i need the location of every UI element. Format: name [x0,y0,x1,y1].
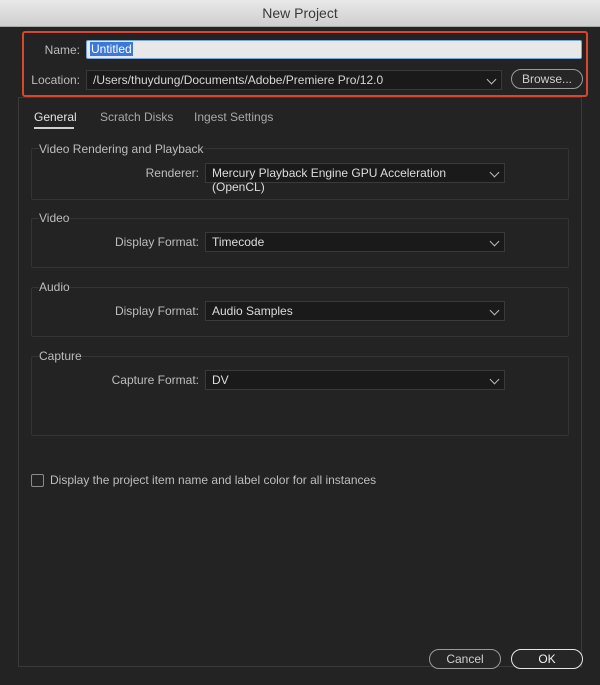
capture-format-select[interactable]: DV [205,370,505,390]
capture-format-label: Capture Format: [111,373,199,387]
audio-display-format-label: Display Format: [114,304,199,318]
ok-button-label: OK [538,652,556,666]
tab-scratch-disks[interactable]: Scratch Disks [100,110,173,124]
name-input-value: Untitled [90,42,133,56]
settings-panel: General Scratch Disks Ingest Settings Vi… [18,97,582,667]
group-capture [31,356,569,436]
browse-button[interactable]: Browse... [511,69,583,89]
audio-display-format-value: Audio Samples [212,304,293,318]
ok-button[interactable]: OK [511,649,583,669]
cancel-button[interactable]: Cancel [429,649,501,669]
capture-format-value: DV [212,373,229,387]
group-title-capture: Capture [39,349,82,363]
location-label: Location: [31,73,80,87]
chevron-down-icon [489,236,500,247]
location-value: /Users/thuydung/Documents/Adobe/Premiere… [93,73,384,87]
group-title-audio: Audio [39,280,70,294]
video-display-format-value: Timecode [212,235,265,249]
chevron-down-icon [489,374,500,385]
chevron-down-icon [489,167,500,178]
name-label: Name: [44,43,80,57]
audio-display-format-select[interactable]: Audio Samples [205,301,505,321]
cancel-button-label: Cancel [446,652,484,666]
renderer-select[interactable]: Mercury Playback Engine GPU Acceleration… [205,163,505,194]
name-input[interactable]: Untitled [86,40,582,59]
video-display-format-label: Display Format: [114,235,199,249]
new-project-dialog: Name: Untitled Location: /Users/thuydung… [0,27,600,685]
tab-general[interactable]: General [34,110,77,124]
video-display-format-select[interactable]: Timecode [205,232,505,252]
checkbox-icon[interactable] [31,474,44,487]
window-titlebar: New Project [0,0,600,27]
group-title-rendering: Video Rendering and Playback [39,142,204,156]
chevron-down-icon [489,305,500,316]
browse-button-label: Browse... [521,72,572,86]
chevron-down-icon [486,74,497,85]
location-select[interactable]: /Users/thuydung/Documents/Adobe/Premiere… [86,70,502,90]
group-title-video: Video [39,211,70,225]
renderer-label: Renderer: [145,166,199,180]
window-title: New Project [262,5,338,21]
tab-ingest-settings[interactable]: Ingest Settings [194,110,273,124]
display-label-color-checkbox-label: Display the project item name and label … [50,473,377,487]
active-tab-indicator [34,127,74,129]
